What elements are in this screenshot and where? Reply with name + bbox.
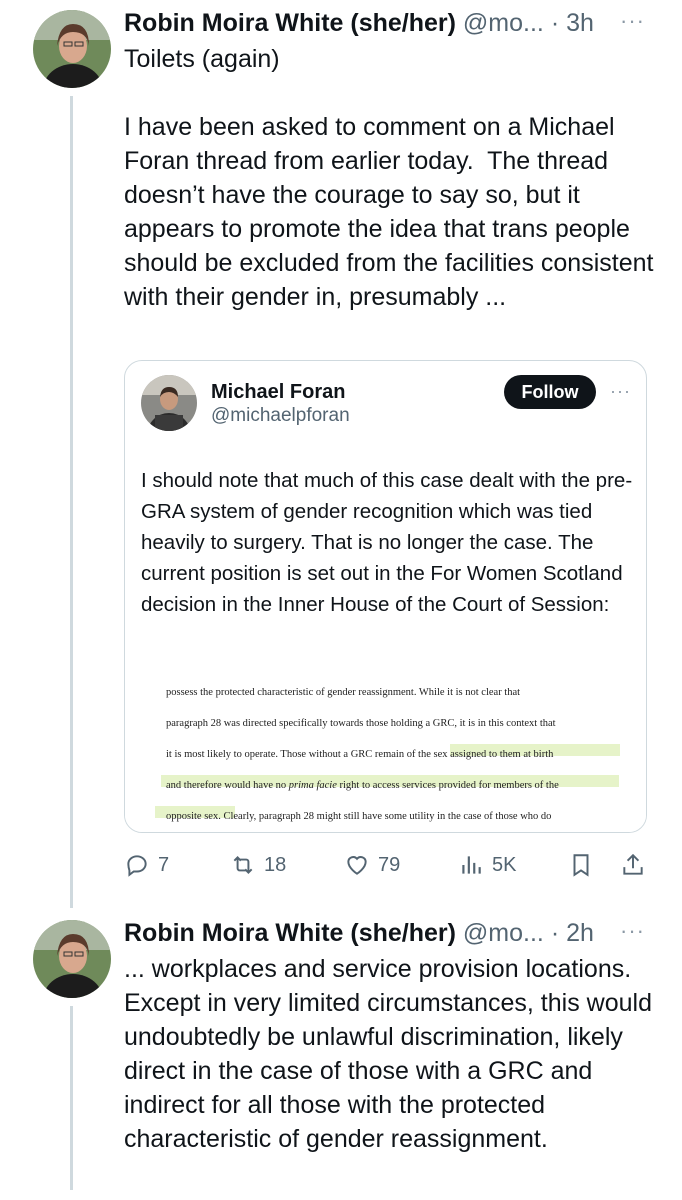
action-bar: 7 18 79 5K [124,848,654,882]
quote-text: I should note that much of this case dea… [141,469,633,616]
post-text: ... workplaces and service provision loc… [124,955,659,1153]
author-name[interactable]: Robin Moira White (she/her) [124,9,456,37]
document-line: possess the protected characteristic of … [166,687,521,698]
views-count: 5K [492,853,517,876]
document-line: opposite sex. Clearly, paragraph 28 migh… [166,811,552,822]
reply-icon [127,855,147,877]
author-handle[interactable]: @mo... [463,919,544,947]
share-button[interactable] [620,848,646,882]
document-image[interactable]: possess the protected characteristic of … [125,671,646,832]
repost-icon [233,856,253,874]
author-handle[interactable]: @mo... [463,9,544,37]
views-icon [462,856,481,874]
post-text: Toilets (again) I have been asked to com… [124,45,654,311]
thread-line [70,1006,73,1190]
share-icon [623,853,643,875]
post-time[interactable]: · 2h [551,919,594,947]
document-line: it is most likely to operate. Those with… [166,749,554,760]
follow-button[interactable]: Follow [504,375,596,409]
bookmark-icon [573,854,589,877]
document-line: paragraph 28 was directed specifically t… [166,718,556,729]
bookmark-button[interactable] [568,848,594,882]
reply-button[interactable]: 7 [124,848,169,882]
views-button[interactable]: 5K [458,848,516,882]
post-header: Robin Moira White (she/her) @mo... · 3h [124,8,594,38]
more-options-icon[interactable]: ··· [620,8,645,34]
quote-author-name[interactable]: Michael Foran [211,381,345,404]
repost-count: 18 [264,853,287,876]
avatar[interactable] [33,10,111,88]
reply-count: 7 [158,853,170,876]
like-button[interactable]: 79 [344,848,400,882]
author-name[interactable]: Robin Moira White (she/her) [124,919,456,947]
thread-line [70,96,73,908]
post-time[interactable]: · 3h [551,9,594,37]
quote-author-handle[interactable]: @michaelpforan [211,405,350,427]
quote-more-options-icon[interactable]: ··· [610,381,631,402]
post-header: Robin Moira White (she/her) @mo... · 2h [124,918,594,948]
document-line: and therefore would have no prima facie … [166,780,559,791]
quoted-post[interactable]: Michael Foran @michaelpforan Follow ··· … [124,360,647,833]
more-options-icon[interactable]: ··· [620,918,645,944]
quote-avatar[interactable] [141,375,197,431]
avatar[interactable] [33,920,111,998]
repost-button[interactable]: 18 [230,848,286,882]
like-count: 79 [378,853,401,876]
heart-icon [347,856,367,875]
